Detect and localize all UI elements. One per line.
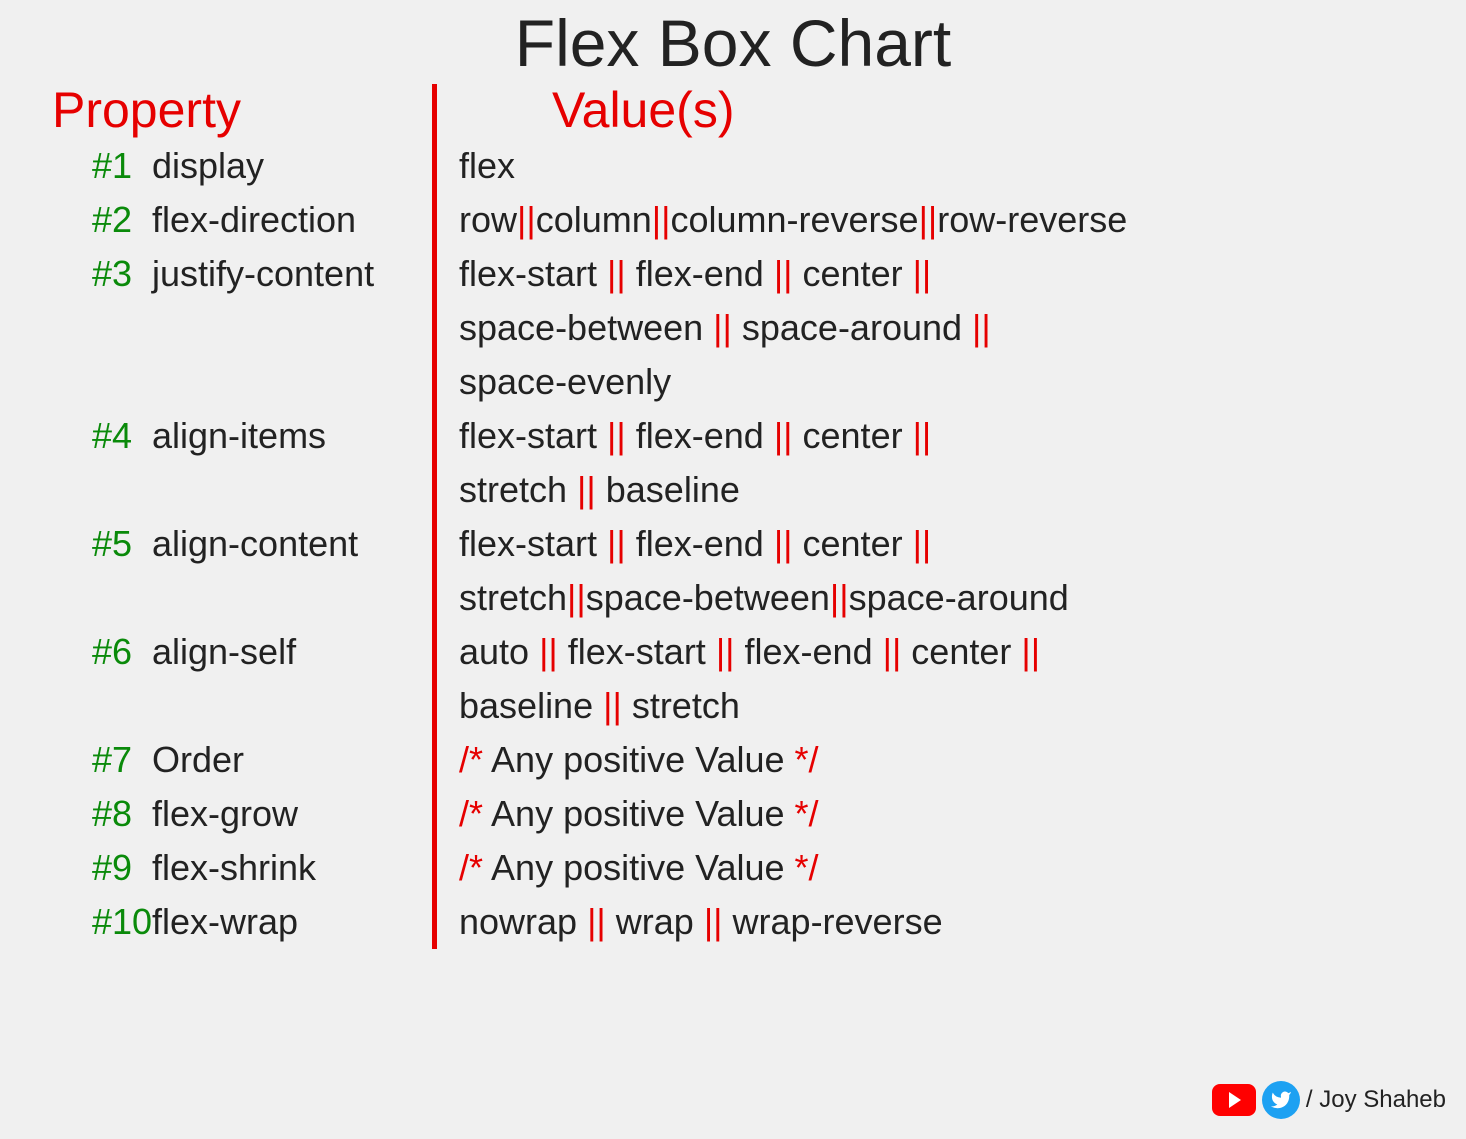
table-row: #2flex-direction	[40, 193, 426, 247]
property-value: flex-start || flex-end || center ||space…	[459, 247, 1426, 409]
property-value: /* Any positive Value */	[459, 733, 1426, 787]
table-row: #3justify-content	[40, 247, 426, 409]
property-name: flex-shrink	[152, 841, 426, 895]
author-name: / Joy Shaheb	[1306, 1086, 1446, 1114]
property-value: nowrap || wrap || wrap-reverse	[459, 895, 1426, 949]
table-row: #4align-items	[40, 409, 426, 517]
property-value: row||column||column-reverse||row-reverse	[459, 193, 1426, 247]
property-value: flex-start || flex-end || center ||stret…	[459, 409, 1426, 517]
property-name: align-items	[152, 409, 426, 463]
property-name: flex-wrap	[152, 895, 426, 949]
property-name: align-self	[152, 625, 426, 679]
row-number: #5	[40, 517, 152, 571]
property-name: flex-grow	[152, 787, 426, 841]
page-title: Flex Box Chart	[40, 5, 1426, 81]
column-header-values: Value(s)	[452, 81, 734, 139]
property-value: flex-start || flex-end || center ||stret…	[459, 517, 1426, 625]
column-header-property: Property	[40, 81, 452, 139]
row-number: #1	[40, 139, 152, 193]
row-number: #4	[40, 409, 152, 463]
table-row: #5align-content	[40, 517, 426, 625]
property-value: /* Any positive Value */	[459, 787, 1426, 841]
table-row: #9flex-shrink	[40, 841, 426, 895]
property-name: justify-content	[152, 247, 426, 301]
youtube-icon[interactable]	[1212, 1084, 1256, 1116]
row-number: #10	[40, 895, 152, 949]
table-row: #8flex-grow	[40, 787, 426, 841]
vertical-divider	[432, 84, 437, 949]
property-value: auto || flex-start || flex-end || center…	[459, 625, 1426, 733]
table-row: #6align-self	[40, 625, 426, 733]
footer-credit: / Joy Shaheb	[1212, 1081, 1446, 1119]
row-number: #8	[40, 787, 152, 841]
row-number: #7	[40, 733, 152, 787]
row-number: #6	[40, 625, 152, 679]
property-name: Order	[152, 733, 426, 787]
row-number: #9	[40, 841, 152, 895]
property-name: display	[152, 139, 426, 193]
twitter-icon[interactable]	[1262, 1081, 1300, 1119]
property-name: align-content	[152, 517, 426, 571]
row-number: #2	[40, 193, 152, 247]
row-number: #3	[40, 247, 152, 301]
table-row: #10flex-wrap	[40, 895, 426, 949]
property-value: flex	[459, 139, 1426, 193]
property-name: flex-direction	[152, 193, 426, 247]
table-row: #7Order	[40, 733, 426, 787]
property-value: /* Any positive Value */	[459, 841, 1426, 895]
table-row: #1display	[40, 139, 426, 193]
